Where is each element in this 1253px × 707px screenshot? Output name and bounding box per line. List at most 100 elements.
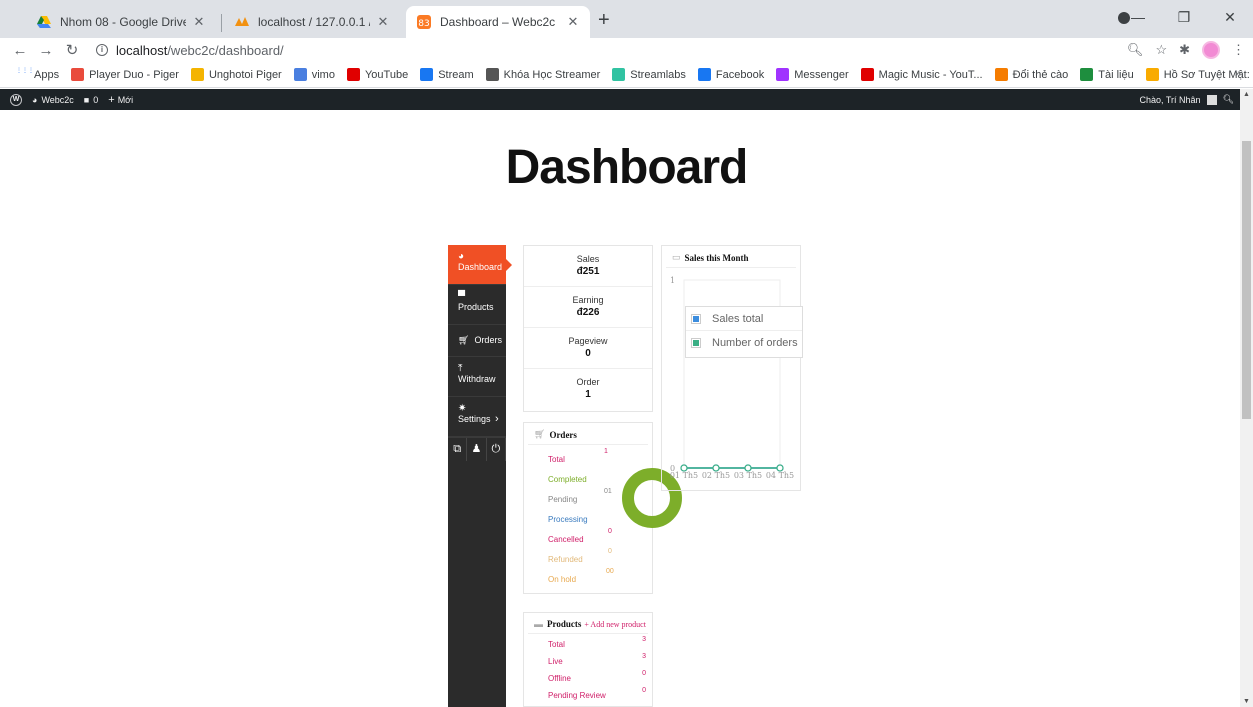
stat-pageview: Pageview 0 <box>524 328 652 369</box>
stat-label: Pageview <box>568 336 608 346</box>
bookmark-item[interactable]: Tài liệu <box>1080 68 1134 81</box>
chrome-menu-icon[interactable]: ⋮ <box>1232 42 1245 58</box>
bookmark-item[interactable]: Messenger <box>776 68 849 81</box>
plus-icon: + <box>108 93 115 106</box>
scroll-down-arrow-icon[interactable]: ▼ <box>1243 698 1250 705</box>
order-status-count: 01 <box>604 488 612 495</box>
bookmark-item[interactable]: YouTube <box>346 68 408 81</box>
user-icon[interactable]: ♟ <box>467 438 487 461</box>
greeting-link[interactable]: Chào, Trí Nhân <box>1140 95 1201 105</box>
nav-item-products[interactable]: ▀ Products <box>448 285 506 325</box>
series-point <box>712 464 720 472</box>
nav-item-withdraw[interactable]: ⤒ Withdraw <box>448 357 506 397</box>
orders-widget-header: 🛒︎ Orders <box>528 423 648 445</box>
orders-status-row[interactable]: On hold 00 <box>524 565 652 585</box>
nav-item-dashboard[interactable]: ◕ Dashboard <box>448 245 512 285</box>
tab-phpmyadmin[interactable]: localhost / 127.0.0.1 / webc2c | p ✕ <box>224 6 400 38</box>
svg-text:83: 83 <box>418 19 429 29</box>
address-bar[interactable]: i localhost/webc2c/dashboard/ <box>96 38 284 62</box>
stat-value: đ251 <box>576 266 600 277</box>
external-link-icon[interactable]: ⧉ <box>448 438 468 461</box>
window-controls: — ❐ ✕ <box>1115 0 1253 34</box>
bookmark-item[interactable]: Stream <box>420 68 474 81</box>
close-window-icon[interactable]: ✕ <box>1207 9 1253 26</box>
legend-swatch <box>691 313 701 324</box>
tab-close-icon[interactable]: ✕ <box>192 14 206 30</box>
bookmark-item[interactable]: Player Duo - Piger <box>71 68 179 81</box>
tab-title: Dashboard – Webc2c <box>440 15 556 29</box>
order-status-label: Processing <box>548 515 588 524</box>
add-new-product-link[interactable]: + Add new product <box>584 620 646 629</box>
products-status-row[interactable]: Live 3 <box>524 651 652 668</box>
nav-label: Orders <box>474 335 502 345</box>
bookmark-favicon-icon <box>420 68 434 81</box>
reload-icon[interactable]: ↻ <box>60 41 84 59</box>
tab-dashboard[interactable]: 83 Dashboard – Webc2c ✕ <box>406 6 590 38</box>
chevron-right-icon: › <box>495 413 499 425</box>
orders-status-row[interactable]: Refunded 0 <box>524 545 652 565</box>
calendar-icon: ▭ <box>672 252 681 262</box>
bookmark-label: vimo <box>311 68 335 81</box>
bookmark-item[interactable]: Unghotoi Piger <box>190 68 282 81</box>
bookmark-item[interactable]: vimo <box>293 68 335 81</box>
x-tick-label: 04 Th5 <box>766 471 794 480</box>
scroll-up-arrow-icon[interactable]: ▲ <box>1243 91 1250 98</box>
orders-status-row[interactable]: Total 1 <box>524 445 652 465</box>
products-status-row[interactable]: Offline 0 <box>524 668 652 685</box>
new-content-link[interactable]: + Mới <box>108 94 133 106</box>
tab-google-drive[interactable]: Nhom 08 - Google Drive ✕ <box>26 6 216 38</box>
bookmarks-overflow-icon[interactable]: » <box>1235 68 1241 80</box>
nav-item-settings[interactable]: ✷ Settings › <box>448 397 506 437</box>
power-icon[interactable]: ⏻ <box>487 438 506 461</box>
products-title: Products <box>547 619 582 629</box>
back-arrow-icon[interactable]: ← <box>8 42 32 59</box>
extensions-puzzle-icon[interactable]: ✱ <box>1179 42 1190 58</box>
bookmark-item[interactable]: Magic Music - YouT... <box>860 68 983 81</box>
browser-toolbar: ← → ↻ i localhost/webc2c/dashboard/ 🔍︎ ☆… <box>0 38 1253 62</box>
tab-close-icon[interactable]: ✕ <box>376 14 390 30</box>
products-status-row[interactable]: Total 3 <box>524 634 652 651</box>
maximize-icon[interactable]: ❐ <box>1161 9 1207 26</box>
bookmark-item[interactable]: Khóa Học Streamer <box>485 68 600 81</box>
legend-item-number-of-orders[interactable]: Number of orders <box>686 331 802 355</box>
bookmark-star-icon[interactable]: ☆ <box>1155 42 1167 58</box>
bookmark-label: Player Duo - Piger <box>89 68 179 81</box>
bookmark-label: Apps <box>34 68 60 81</box>
forward-arrow-icon[interactable]: → <box>34 42 58 59</box>
y-tick-label: 1 <box>670 276 675 285</box>
xampp-icon: 83 <box>416 14 432 30</box>
user-avatar[interactable] <box>1206 94 1217 105</box>
nav-item-orders[interactable]: 🛒︎ Orders <box>448 325 506 357</box>
bookmark-item[interactable]: Đổi thẻ cào <box>994 68 1069 81</box>
legend-swatch <box>691 338 701 348</box>
comment-bubble-icon: ■ <box>83 94 90 105</box>
bookmark-favicon-icon <box>1145 68 1159 81</box>
bookmark-item[interactable]: ⋮⋮⋮ Apps <box>16 68 59 81</box>
stat-earning: Earning đ226 <box>524 287 652 328</box>
new-tab-button[interactable]: + <box>598 10 610 30</box>
site-info-icon[interactable]: i <box>96 44 108 56</box>
product-status-label: Total <box>548 640 565 649</box>
products-status-row[interactable]: Pending Review 0 <box>524 685 652 702</box>
orders-status-row[interactable]: Cancelled 0 <box>524 525 652 545</box>
bookmark-favicon-icon <box>776 68 790 81</box>
bookmark-item[interactable]: Streamlabs <box>612 68 686 81</box>
series-point <box>744 464 752 472</box>
minimize-icon[interactable]: — <box>1115 9 1161 25</box>
bookmark-favicon-icon <box>293 68 307 81</box>
bookmark-label: Tài liệu <box>1098 68 1134 81</box>
page-title: Dashboard <box>505 141 749 194</box>
bookmark-item[interactable]: Facebook <box>697 68 764 81</box>
comments-link[interactable]: ■ 0 <box>84 95 98 105</box>
profile-avatar[interactable] <box>1202 41 1220 59</box>
legend-item-sales-total[interactable]: Sales total <box>686 307 802 331</box>
browser-tab-strip: Nhom 08 - Google Drive ✕ localhost / 127… <box>0 0 1253 38</box>
bookmark-label: Đổi thẻ cào <box>1012 68 1069 81</box>
cart-icon: 🛒︎ <box>458 335 470 345</box>
briefcase-icon: ▬ <box>534 619 543 629</box>
site-name-link[interactable]: ◕ Webc2c <box>32 95 74 105</box>
search-icon[interactable]: 🔍︎ <box>1223 94 1234 105</box>
zoom-icon[interactable]: 🔍︎ <box>1127 42 1144 58</box>
wordpress-logo-icon[interactable]: W <box>10 93 22 106</box>
tab-close-icon[interactable]: ✕ <box>566 14 580 30</box>
